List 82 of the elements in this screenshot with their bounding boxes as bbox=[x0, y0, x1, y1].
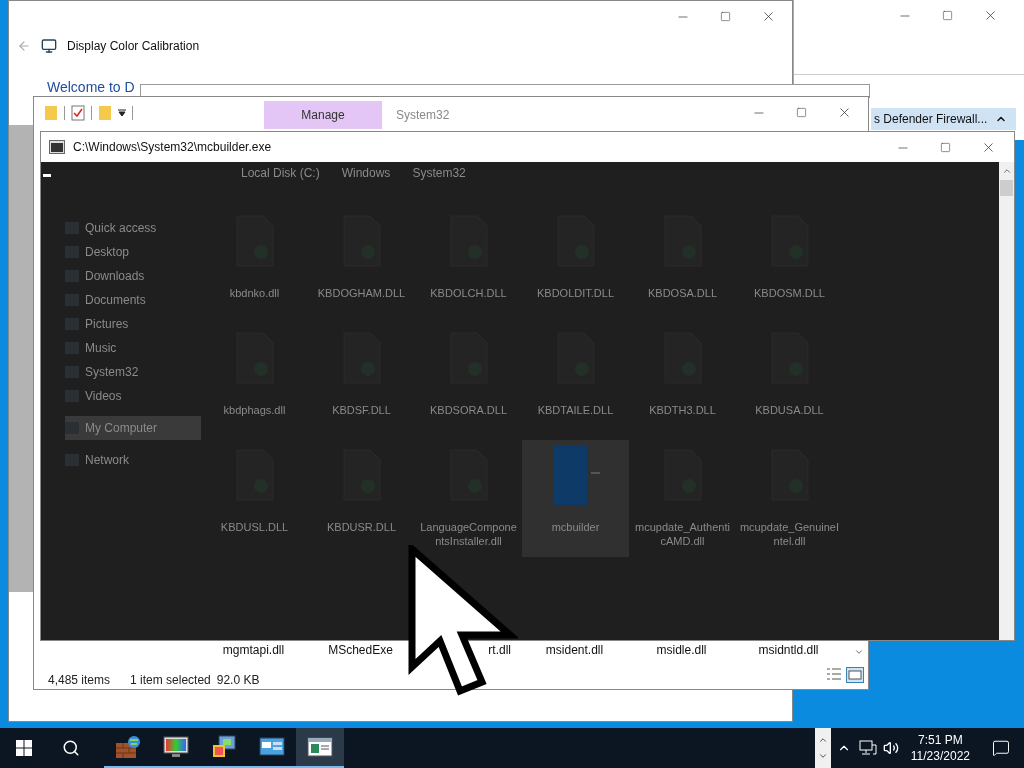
breadcrumb-item[interactable]: Local Disk (C:) bbox=[241, 164, 320, 182]
nav-item[interactable]: System32 bbox=[65, 360, 201, 384]
file-item[interactable]: KBDOLCH.DLL bbox=[415, 206, 522, 323]
close-icon[interactable] bbox=[761, 9, 776, 24]
color-monitor-icon bbox=[211, 735, 237, 759]
monitor-icon bbox=[41, 38, 57, 54]
scroll-up-icon[interactable] bbox=[1001, 166, 1012, 176]
nav-item[interactable]: Music bbox=[65, 336, 201, 360]
clock-date: 11/23/2022 bbox=[910, 748, 970, 764]
file-item[interactable]: KBDOGHAM.DLL bbox=[308, 206, 415, 323]
file-item[interactable]: kbdnko.dll bbox=[201, 206, 308, 323]
details-view-icon[interactable] bbox=[826, 667, 842, 681]
breadcrumb-item[interactable]: Windows bbox=[341, 164, 391, 182]
close-icon[interactable] bbox=[981, 140, 996, 155]
console-icon bbox=[49, 140, 65, 154]
file-item[interactable]: KBDOSA.DLL bbox=[629, 206, 736, 323]
file-item[interactable]: KBDTH3.DLL bbox=[629, 323, 736, 440]
file-name[interactable]: msidle.dll bbox=[628, 641, 735, 659]
search-icon[interactable] bbox=[62, 739, 80, 757]
maximize-icon[interactable] bbox=[720, 11, 731, 22]
scroll-down-icon[interactable] bbox=[854, 647, 864, 657]
large-icons-view-icon[interactable] bbox=[846, 667, 864, 683]
maximize-icon[interactable] bbox=[796, 107, 807, 118]
file-item[interactable]: LanguageComponentsInstaller.dll bbox=[415, 440, 522, 557]
clock-time: 7:51 PM bbox=[918, 732, 963, 748]
file-name[interactable]: msidntld.dll bbox=[735, 641, 842, 659]
selection-size: 92.0 KB bbox=[216, 672, 260, 689]
window-title: System32 bbox=[396, 107, 450, 124]
file-item[interactable]: mcupdate_GenuineIntel.dll bbox=[736, 440, 843, 557]
close-icon[interactable] bbox=[983, 8, 998, 23]
control-panel-icon bbox=[259, 735, 285, 759]
item-count: 4,485 items bbox=[48, 672, 111, 689]
file-name[interactable]: msident.dll bbox=[521, 641, 628, 659]
taskbar-app[interactable] bbox=[296, 728, 344, 768]
file-icon bbox=[550, 443, 601, 507]
nav-item[interactable]: Documents bbox=[65, 288, 201, 312]
file-item[interactable]: KBDSF.DLL bbox=[308, 323, 415, 440]
file-item[interactable]: KBDUSL.DLL bbox=[201, 440, 308, 557]
clock[interactable]: 7:51 PM 11/23/2022 bbox=[906, 732, 974, 764]
monitor-icon bbox=[163, 735, 189, 759]
file-name[interactable]: mgmtapi.dll bbox=[200, 641, 307, 659]
selection-info: 1 item selected bbox=[130, 672, 211, 689]
file-item[interactable]: mcupdate_AuthenticAMD.dll bbox=[629, 440, 736, 557]
notifications-icon[interactable] bbox=[992, 739, 1010, 757]
nav-item[interactable]: My Computer bbox=[65, 416, 201, 440]
file-item[interactable]: KBDSORA.DLL bbox=[415, 323, 522, 440]
file-item[interactable]: mcbuilder bbox=[522, 440, 629, 557]
file-item[interactable]: KBDUSR.DLL bbox=[308, 440, 415, 557]
nav-item[interactable]: Network bbox=[65, 448, 201, 472]
maximize-icon[interactable] bbox=[942, 10, 953, 21]
window-title: Display Color Calibration bbox=[67, 38, 200, 55]
nav-item[interactable]: Quick access bbox=[65, 216, 201, 240]
tray-scroller[interactable] bbox=[814, 728, 831, 768]
nav-item[interactable]: Downloads bbox=[65, 264, 201, 288]
text-cursor bbox=[43, 174, 51, 177]
file-item[interactable]: KBDTAILE.DLL bbox=[522, 323, 629, 440]
scroll-thumb[interactable] bbox=[1000, 180, 1013, 196]
volume-icon[interactable] bbox=[882, 740, 899, 756]
window-title: C:\Windows\System32\mcbuilder.exe bbox=[73, 139, 272, 156]
dropdown-icon[interactable] bbox=[118, 109, 126, 117]
close-icon[interactable] bbox=[837, 105, 852, 120]
file-item[interactable]: kbdphags.dll bbox=[201, 323, 308, 440]
windows-logo-icon[interactable] bbox=[16, 740, 32, 756]
file-item[interactable]: KBDUSA.DLL bbox=[736, 323, 843, 440]
scroll-down-icon[interactable] bbox=[817, 751, 828, 761]
list-header[interactable]: s Defender Firewall... bbox=[871, 108, 1016, 130]
breadcrumb-item[interactable]: System32 bbox=[412, 164, 466, 182]
nav-item[interactable]: Desktop bbox=[65, 240, 201, 264]
scroll-up-icon[interactable] bbox=[817, 735, 828, 745]
folder-icon bbox=[44, 105, 58, 121]
window-app-icon bbox=[307, 735, 333, 759]
scrollbar[interactable] bbox=[999, 162, 1014, 640]
ribbon-tab[interactable]: Manage bbox=[264, 101, 382, 129]
maximize-icon[interactable] bbox=[940, 142, 951, 153]
brick-wall-globe-icon bbox=[115, 735, 141, 759]
file-item[interactable]: KBDOSM.DLL bbox=[736, 206, 843, 323]
nav-item[interactable]: Videos bbox=[65, 384, 201, 408]
network-icon[interactable] bbox=[858, 740, 877, 756]
page-heading: Welcome to D bbox=[47, 79, 135, 95]
checklist-icon[interactable] bbox=[71, 105, 85, 121]
file-item[interactable]: KBDOLDIT.DLL bbox=[522, 206, 629, 323]
nav-item[interactable]: Pictures bbox=[65, 312, 201, 336]
